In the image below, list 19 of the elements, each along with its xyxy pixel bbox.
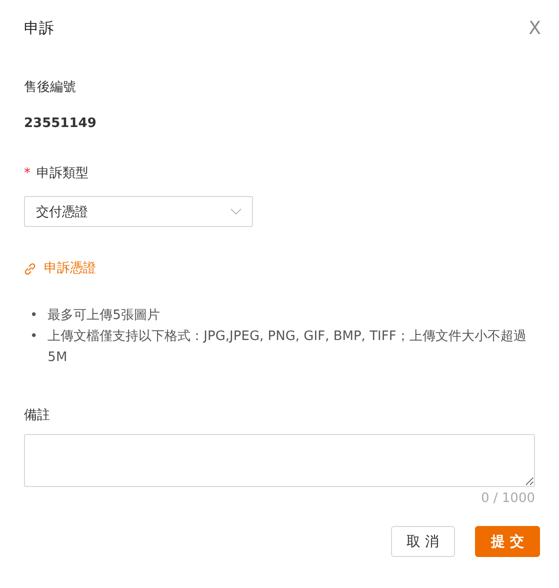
upload-note: 上傳文檔僅支持以下格式：JPG,JPEG, PNG, GIF, BMP, TIFF；上傳文件大小不超過5M [48,328,528,367]
remark-field[interactable] [24,434,535,487]
type-select[interactable]: 交付憑證 [24,196,253,227]
bullet-mark: • [30,307,38,325]
bullet-mark: • [30,328,38,346]
field-label: 申訴類型 [36,165,88,183]
field-label: 售後編號 [24,79,76,97]
submit-button[interactable]: 提 交 [475,526,540,557]
required-mark: * [24,165,30,183]
upload-link[interactable]: 申訴憑證 [24,259,96,279]
dialog-title: 申訴 [24,18,54,38]
field-value: 23551149 [24,115,98,133]
close-button[interactable]: X [528,18,541,38]
cancel-button[interactable]: 取 消 [390,526,456,557]
character-counter: 0 / 1000 [480,490,535,508]
link-icon [24,263,36,275]
upload-note: 最多可上傳5張圖片 [48,307,160,325]
chevron-down-icon [230,208,242,216]
field-label: 備註 [24,407,51,425]
